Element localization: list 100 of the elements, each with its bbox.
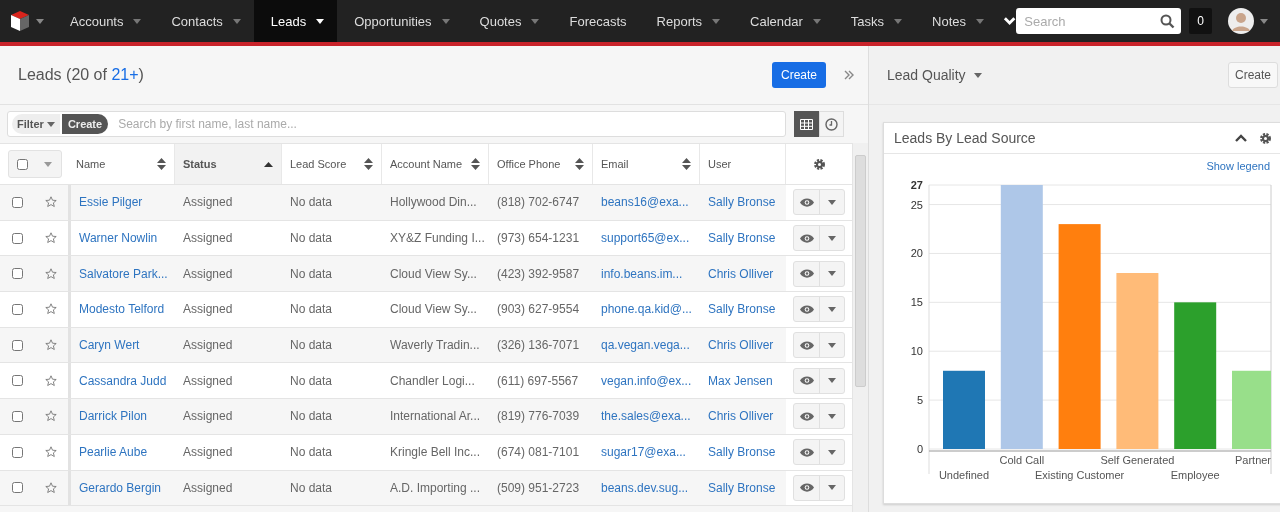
row-checkbox[interactable] [11,268,23,280]
user-link[interactable]: Sally Bronse [708,231,776,246]
avatar-icon[interactable] [1228,8,1254,34]
table-cell: Assigned [183,373,233,388]
nav-tab[interactable]: Accounts [53,0,155,42]
caret-icon [828,378,836,384]
star-icon[interactable] [45,410,57,423]
name-link[interactable]: Warner Nowlin [79,231,158,246]
column-header[interactable]: Account Name [382,144,489,184]
name-link[interactable]: Salvatore Park... [79,266,168,281]
email-link[interactable]: support65@ex... [601,231,690,246]
nav-tab[interactable]: Forecasts [552,0,640,42]
name-link[interactable]: Gerardo Bergin [79,480,162,495]
nav-tab[interactable]: Tasks [833,0,916,42]
create-button[interactable]: Create [771,62,826,88]
table-cell: Hollywood Din... [390,195,477,210]
axis-category-label: Employee [1170,469,1220,481]
row-checkbox[interactable] [11,232,23,244]
email-link[interactable]: the.sales@exa... [601,409,691,424]
email-link[interactable]: beans16@exa... [601,195,689,210]
table-cell: (819) 776-7039 [497,409,580,424]
view-toggle[interactable] [794,111,819,137]
dashlet-title: Leads By Lead Source [894,130,1037,146]
row-checkbox[interactable] [11,339,23,351]
search-icon[interactable] [1160,14,1176,29]
email-link[interactable]: beans.dev.sug... [601,480,689,495]
nav-tab[interactable]: Contacts [154,0,254,42]
name-link[interactable]: Cassandra Judd [79,373,167,388]
name-link[interactable]: Darrick Pilon [79,409,147,424]
table-cell: (611) 697-5567 [497,373,579,388]
bar[interactable] [1174,302,1217,449]
user-link[interactable]: Sally Bronse [708,480,776,495]
row-checkbox[interactable] [11,196,23,208]
row-checkbox[interactable] [11,482,23,494]
user-link[interactable]: Chris Olliver [708,338,774,353]
star-icon[interactable] [45,481,57,494]
grid-icon [800,118,813,130]
eye-icon [799,269,814,279]
filter-search-field[interactable]: Filter Create Search by first name, last name... [7,111,786,137]
star-icon[interactable] [45,446,57,459]
row-checkbox[interactable] [11,303,23,315]
star-icon[interactable] [45,232,57,245]
search-field[interactable]: Search [1016,8,1182,34]
user-link[interactable]: Max Jensen [708,373,773,388]
settings-icon[interactable] [1259,131,1272,145]
row-checkbox[interactable] [11,446,23,458]
star-icon[interactable] [45,267,57,280]
nav-tab[interactable]: Reports [639,0,734,42]
dashboard-title[interactable]: Lead Quality [887,67,966,83]
star-icon[interactable] [45,303,57,316]
email-link[interactable]: qa.vegan.vega... [601,338,690,353]
email-link[interactable]: vegan.info@ex... [601,373,692,388]
show-legend-link[interactable]: Show legend [1206,160,1270,172]
user-link[interactable]: Chris Olliver [708,266,774,281]
user-link[interactable]: Sally Bronse [708,302,776,317]
name-link[interactable]: Essie Pilger [79,195,143,210]
nav-tab[interactable]: Leads [253,0,338,42]
row-checkbox[interactable] [11,375,23,387]
chevron-up-icon[interactable] [1235,134,1247,142]
caret-icon [828,485,836,491]
double-chevron-icon[interactable] [844,70,854,80]
filter-button[interactable]: Filter [12,114,60,134]
name-link[interactable]: Pearlie Aube [79,445,148,460]
axis-category-label: Partner [1234,454,1272,466]
user-link[interactable]: Sally Bronse [708,445,776,460]
create-button[interactable]: Create [1227,62,1278,88]
nav-tab[interactable]: Notes [915,0,998,42]
settings-icon[interactable] [812,157,826,171]
user-link[interactable]: Chris Olliver [708,409,774,424]
nav-tab[interactable]: Quotes [462,0,553,42]
caret-icon [35,18,44,24]
nav-tab[interactable]: Opportunities [337,0,463,42]
email-link[interactable]: phone.qa.kid@... [601,302,692,317]
row-checkbox[interactable] [11,410,23,422]
filter-create-button[interactable]: Create [61,114,109,134]
star-icon[interactable] [45,374,57,387]
chevron-down-icon[interactable] [1003,16,1017,26]
star-icon[interactable] [45,339,57,352]
column-header[interactable]: Status [175,144,282,184]
table-cell: No data [290,302,333,317]
user-link[interactable]: Sally Bronse [708,195,776,210]
scrollbar[interactable] [852,143,868,512]
name-link[interactable]: Caryn Wert [79,338,140,353]
table-cell: Cloud View Sy... [390,302,477,317]
count-link[interactable]: 21+ [111,66,139,83]
column-header[interactable]: Office Phone [489,144,593,184]
nav-tab[interactable]: Calendar [733,0,834,42]
table-cell: XY&Z Funding I... [390,231,485,246]
eye-icon [799,483,814,493]
email-link[interactable]: info.beans.im... [601,266,683,281]
column-header[interactable]: Lead Score [282,144,382,184]
cube-logo[interactable] [9,10,30,32]
select-all-checkbox[interactable] [16,158,28,170]
notification-count[interactable]: 0 [1189,8,1212,34]
column-header[interactable]: Email [593,144,700,184]
email-link[interactable]: sugar17@exa... [601,445,686,460]
table-cell: (674) 081-7101 [497,445,580,460]
star-icon[interactable] [45,196,57,209]
table-cell: No data [290,266,333,281]
name-link[interactable]: Modesto Telford [79,302,165,317]
